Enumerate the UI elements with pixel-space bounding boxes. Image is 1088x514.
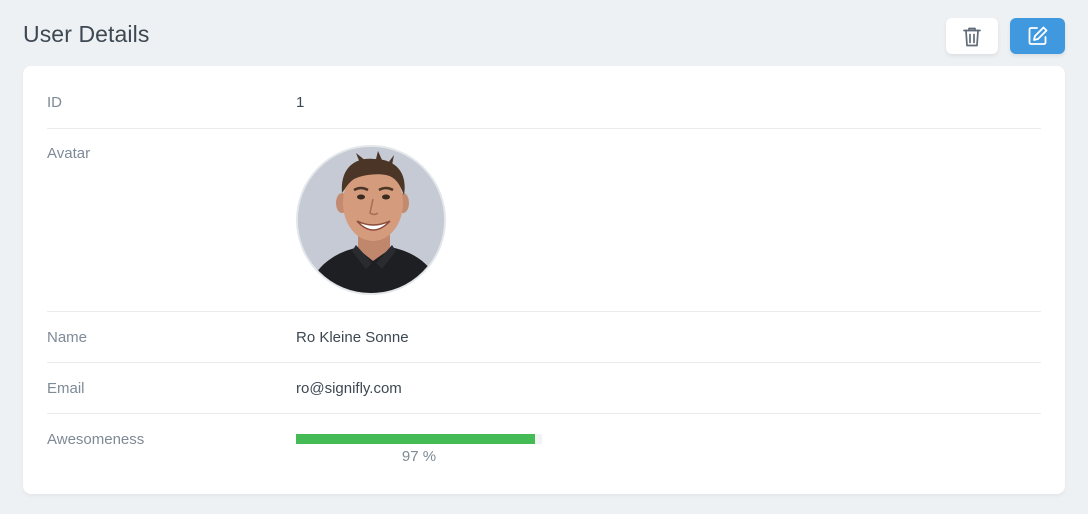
delete-button[interactable]: [946, 18, 998, 54]
detail-row-email: Email ro@signifly.com: [47, 363, 1041, 414]
user-details-card: ID 1 Avatar Name Ro Kleine Sonne Email r…: [23, 66, 1065, 494]
page-title: User Details: [23, 21, 150, 47]
detail-row-awesomeness: Awesomeness 97 %: [47, 414, 1041, 494]
trash-icon: [963, 27, 981, 46]
avatar-image: [298, 147, 444, 293]
edit-icon: [1028, 26, 1047, 45]
header-actions: [946, 18, 1065, 54]
detail-row-name: Name Ro Kleine Sonne: [47, 312, 1041, 363]
avatar: [296, 145, 446, 295]
detail-row-avatar: Avatar: [47, 129, 1041, 312]
awesomeness-progress-bar: [296, 434, 542, 444]
page-header: User Details: [23, 18, 1065, 54]
awesomeness-label: Awesomeness: [47, 431, 145, 448]
detail-row-id: ID 1: [47, 66, 1041, 129]
avatar-label: Avatar: [47, 145, 91, 162]
id-value: 1: [296, 94, 305, 111]
name-value: Ro Kleine Sonne: [296, 329, 409, 346]
awesomeness-percent-text: 97 %: [401, 448, 437, 465]
id-label: ID: [47, 94, 62, 111]
edit-button[interactable]: [1010, 18, 1065, 54]
awesomeness-progress-fill: [296, 434, 535, 444]
email-label: Email: [47, 380, 85, 397]
email-value: ro@signifly.com: [296, 380, 402, 397]
name-label: Name: [47, 329, 88, 346]
